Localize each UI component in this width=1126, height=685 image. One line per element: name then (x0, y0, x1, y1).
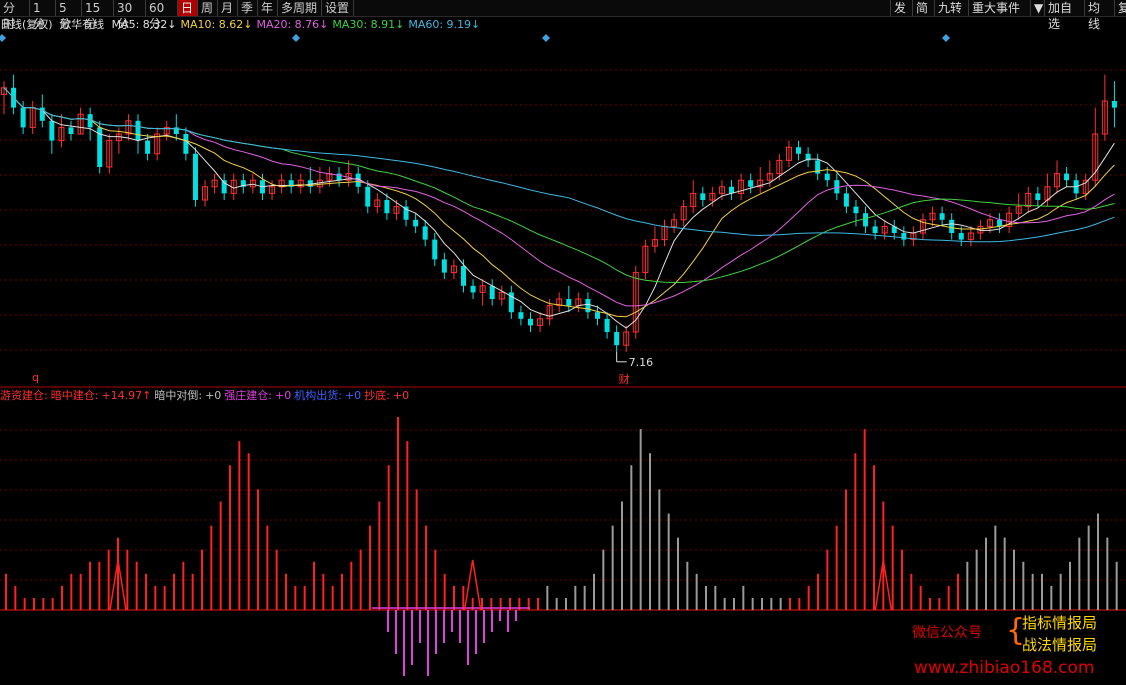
candle-body-116 (1111, 101, 1117, 108)
diamond-marker-2 (542, 34, 550, 42)
candle-body-15 (145, 140, 151, 154)
candle-body-7 (68, 127, 74, 134)
candle-body-5 (49, 120, 55, 141)
candle-body-55 (527, 318, 533, 326)
candle-body-51 (489, 285, 495, 299)
candle-body-99 (949, 219, 955, 233)
candle-body-20 (192, 153, 198, 200)
candle-body-108 (1035, 193, 1041, 200)
ma-line-10 (3, 87, 1115, 318)
candle-body-73 (700, 193, 706, 200)
candle-body-98 (939, 213, 945, 220)
price-chart[interactable]: 7.16 财 q (0, 0, 1126, 685)
candle-body-2 (20, 107, 26, 128)
candle-body-64 (614, 332, 620, 346)
candle-body-91 (872, 226, 878, 233)
low-price-label: 7.16 (629, 356, 654, 369)
ma-line-60 (3, 87, 1115, 243)
diamond-marker-0 (0, 34, 6, 42)
candle-body-40 (384, 200, 390, 214)
indicator-legend-item-9: 抄底: (364, 389, 390, 402)
watermark-line1: 指标情报局 (1022, 614, 1098, 632)
candle-body-90 (863, 213, 869, 227)
ma-line-30 (3, 87, 1115, 283)
indicator-legend-item-8: +0 (344, 389, 362, 402)
candle-body-62 (595, 312, 601, 319)
candle-body-111 (1064, 173, 1070, 181)
indicator-legend-item-0: 游资建仓: (0, 389, 48, 402)
indicator-legend-item-7: 机构出货: (294, 389, 342, 402)
indicator-legend-item-2: +14.97↑ (101, 389, 152, 402)
finance-marker: 财 (619, 372, 630, 386)
candle-body-54 (518, 312, 524, 319)
candle-body-89 (853, 206, 859, 214)
candle-body-49 (470, 285, 476, 293)
q-marker: q (32, 371, 39, 384)
indicator-legend-item-6: +0 (275, 389, 292, 402)
candle-body-45 (432, 239, 438, 260)
diamond-marker-1 (292, 34, 300, 42)
candle-body-14 (135, 120, 141, 141)
indicator-legend-item-10: +0 (392, 389, 410, 402)
candle-body-86 (824, 173, 830, 181)
indicator-legend-item-4: +0 (205, 389, 222, 402)
candle-body-94 (901, 233, 907, 240)
candle-body-100 (958, 233, 964, 240)
candle-body-104 (997, 219, 1003, 227)
candle-body-38 (365, 186, 371, 207)
diamond-marker-3 (942, 34, 950, 42)
candle-body-83 (796, 147, 802, 154)
watermark: 微信公众号 { 指标情报局 战法情报局 www.zhibiao168.com (912, 612, 1122, 684)
indicator-legend-item-5: 强庄建仓: (224, 389, 273, 402)
candle-body-46 (441, 259, 447, 273)
watermark-wechat-label: 微信公众号 (912, 625, 982, 641)
candle-body-44 (422, 226, 428, 240)
candle-body-63 (604, 318, 610, 332)
candle-body-43 (413, 219, 419, 227)
candle-body-48 (460, 266, 466, 286)
candle-body-78 (748, 180, 754, 187)
indicator-legend-item-3: 暗中对倒: (154, 389, 203, 402)
candle-body-61 (585, 299, 591, 313)
ma-line-5 (3, 87, 1115, 329)
candle-body-19 (183, 134, 189, 154)
watermark-url: www.zhibiao168.com (914, 658, 1095, 678)
candle-body-88 (843, 193, 849, 207)
ma-line-20 (3, 87, 1115, 307)
candle-body-59 (566, 299, 572, 306)
indicator-legend-item-1: 暗中建仓: (50, 389, 99, 402)
indicator-legend: 游资建仓: 暗中建仓: +14.97↑ 暗中对倒: +0 强庄建仓: +0 机构出货: +0 抄底… (0, 389, 412, 403)
watermark-line2: 战法情报局 (1022, 636, 1098, 654)
